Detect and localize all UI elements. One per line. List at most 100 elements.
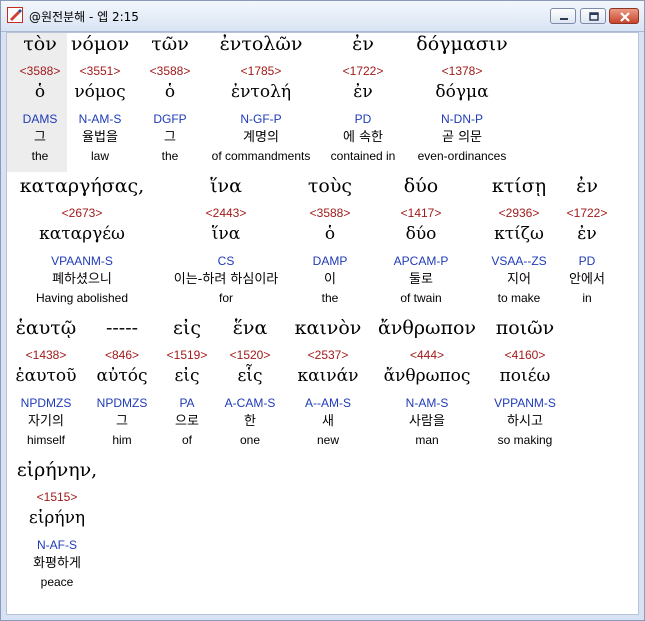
korean-gloss: 새: [322, 414, 334, 429]
parsing-code: VPAANM-S: [51, 254, 113, 268]
english-gloss: of twain: [400, 291, 442, 305]
english-gloss: the: [31, 149, 49, 163]
greek-word[interactable]: ἑαυτῷ: [16, 319, 77, 338]
greek-word[interactable]: τὸν: [23, 35, 57, 54]
english-gloss: peace: [40, 575, 74, 589]
lemma: καινάν: [297, 366, 359, 386]
parsing-code: APCAM-P: [393, 254, 449, 268]
lemma: εἰς: [174, 366, 200, 386]
strong-number: <2936>: [498, 206, 540, 220]
maximize-icon: [589, 12, 599, 21]
parsing-code: N-GF-P: [240, 112, 282, 126]
greek-word[interactable]: ποιῶν: [496, 319, 554, 338]
english-gloss: of commandments: [211, 149, 311, 163]
parsing-code: PD: [578, 254, 596, 268]
english-gloss: new: [316, 433, 340, 447]
greek-word[interactable]: νόμον: [71, 35, 129, 54]
lemma: ὁ: [164, 82, 176, 102]
greek-word[interactable]: εἰρήνην,: [17, 461, 97, 480]
greek-word[interactable]: ἕνα: [233, 319, 268, 338]
english-gloss: to make: [497, 291, 541, 305]
parsing-code: NPDMZS: [20, 396, 72, 410]
close-icon: [620, 12, 630, 22]
lemma: ποιέω: [499, 366, 551, 386]
strong-number: <1785>: [240, 64, 282, 78]
english-gloss: law: [90, 149, 110, 163]
english-gloss: him: [112, 433, 132, 447]
korean-gloss: 폐하셨으니: [52, 272, 112, 287]
korean-gloss: 그: [116, 414, 128, 429]
strong-number: <444>: [409, 348, 445, 362]
strong-number: <1417>: [400, 206, 442, 220]
lemma: δόγμα: [435, 82, 489, 102]
lemma: καταργέω: [39, 224, 125, 244]
english-gloss: in: [582, 291, 592, 305]
lemma: δύο: [405, 224, 437, 244]
greek-word[interactable]: εἰς: [173, 319, 201, 338]
english-gloss: of: [181, 433, 193, 447]
korean-gloss: 화평하게: [33, 556, 81, 571]
lemma: νόμος: [74, 82, 126, 102]
korean-gloss: 하시고: [507, 414, 543, 429]
maximize-button[interactable]: [580, 8, 606, 24]
greek-word[interactable]: ἐν: [352, 35, 374, 54]
greek-word[interactable]: δόγμασιν: [416, 35, 507, 54]
close-button[interactable]: [609, 8, 639, 24]
english-gloss: contained in: [330, 149, 396, 163]
strong-number: <3588>: [149, 64, 191, 78]
parsing-code: N-AF-S: [37, 538, 77, 552]
greek-word[interactable]: καινὸν: [295, 319, 362, 338]
korean-gloss: 안에서: [569, 272, 605, 287]
greek-word[interactable]: ἄνθρωπον: [378, 319, 476, 338]
parsing-code: PA: [179, 396, 195, 410]
parsing-code: DAMP: [312, 254, 348, 268]
strong-number: <2443>: [205, 206, 247, 220]
english-gloss: one: [239, 433, 261, 447]
strong-number: <3588>: [309, 206, 351, 220]
english-gloss: for: [218, 291, 234, 305]
greek-word[interactable]: τῶν: [151, 35, 189, 54]
lemma: κτίζω: [494, 224, 544, 244]
korean-gloss: 자기의: [28, 414, 64, 429]
parsing-code: VSAA--ZS: [491, 254, 547, 268]
parsing-code: DAMS: [22, 112, 58, 126]
parsing-code: N-AM-S: [405, 396, 449, 410]
korean-gloss: 그: [34, 130, 46, 145]
lemma: ἐν: [577, 224, 597, 244]
greek-word[interactable]: καταργήσας,: [20, 177, 144, 196]
korean-gloss: 사람을: [409, 414, 445, 429]
english-gloss: Having abolished: [35, 291, 129, 305]
lemma: ἵνα: [211, 224, 241, 244]
parsing-code: A--AM-S: [305, 396, 351, 410]
strong-number: <1520>: [229, 348, 271, 362]
lemma: ἄνθρωπος: [383, 366, 471, 386]
minimize-button[interactable]: [550, 8, 576, 24]
interlinear-panel[interactable]: τὸν <3588> ὁ DAMS 그 the νόμον <3551> νόμος N-AM-S…: [6, 32, 639, 615]
english-gloss: even-ordinances: [417, 149, 507, 163]
parsing-code: CS: [217, 254, 235, 268]
lemma: εἰρήνη: [28, 508, 86, 528]
greek-word[interactable]: κτίσῃ: [492, 177, 546, 196]
title-bar[interactable]: @원전분해 - 엡 2:15: [1, 1, 644, 32]
greek-word[interactable]: ἵνα: [210, 177, 242, 196]
korean-gloss: 한: [244, 414, 256, 429]
korean-gloss: 그: [164, 130, 176, 145]
strong-number: <3588>: [19, 64, 61, 78]
strong-number: <1438>: [25, 348, 67, 362]
strong-number: <4160>: [504, 348, 546, 362]
korean-gloss: 으로: [175, 414, 199, 429]
minimize-icon: [560, 18, 568, 20]
strong-number: <1515>: [36, 490, 78, 504]
parsing-code: PD: [354, 112, 372, 126]
greek-word[interactable]: -----: [106, 319, 138, 338]
greek-word[interactable]: ἐν: [576, 177, 598, 196]
greek-word[interactable]: τοὺς: [308, 177, 352, 196]
lemma: ἑαυτοῦ: [15, 366, 77, 386]
korean-gloss: 이: [324, 272, 336, 287]
greek-word[interactable]: δύο: [404, 177, 438, 196]
strong-number: <3551>: [79, 64, 121, 78]
english-gloss: man: [415, 433, 439, 447]
english-gloss: the: [161, 149, 179, 163]
greek-word[interactable]: ἐντολῶν: [220, 35, 303, 54]
strong-number: <2537>: [307, 348, 349, 362]
